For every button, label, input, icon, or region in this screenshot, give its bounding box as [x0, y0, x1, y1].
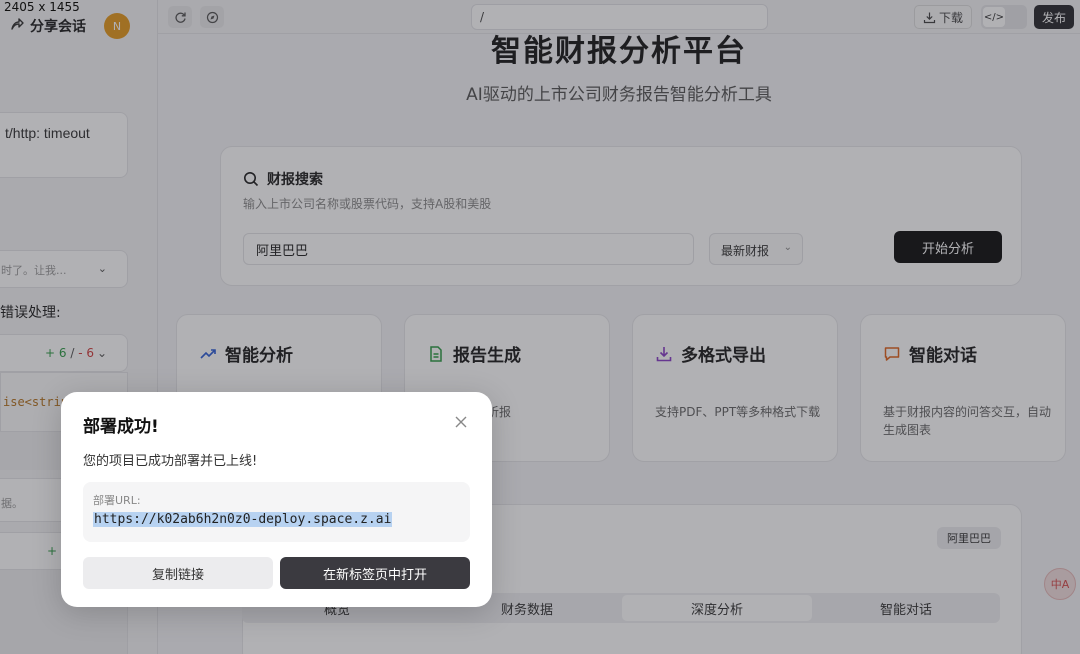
deploy-url[interactable]: https://k02ab6h2n0z0-deploy.space.z.ai: [93, 512, 393, 527]
dialog-title: 部署成功!: [83, 417, 159, 437]
copy-link-button[interactable]: 复制链接: [83, 557, 273, 589]
close-icon: [455, 416, 467, 428]
deploy-url-box: 部署URL: https://k02ab6h2n0z0-deploy.space…: [83, 482, 470, 542]
dialog-description: 您的项目已成功部署并已上线!: [83, 454, 258, 469]
close-button[interactable]: [451, 412, 471, 432]
screen-size-label: 2405 x 1455: [4, 0, 80, 14]
deploy-success-dialog: 部署成功! 您的项目已成功部署并已上线! 部署URL: https://k02a…: [61, 392, 492, 607]
deploy-url-label: 部署URL:: [93, 494, 141, 507]
open-in-new-tab-button[interactable]: 在新标签页中打开: [280, 557, 470, 589]
